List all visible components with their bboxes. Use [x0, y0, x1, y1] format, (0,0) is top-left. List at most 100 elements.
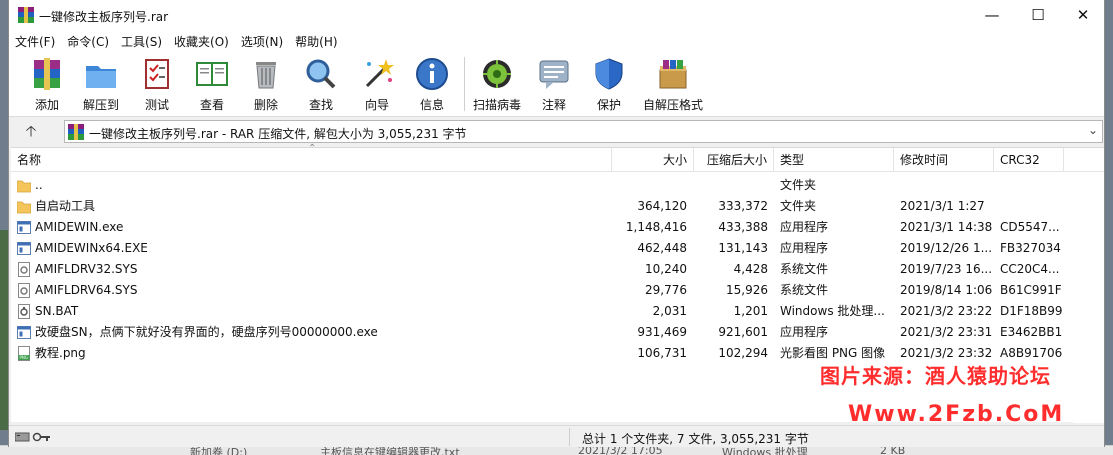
column-type[interactable]: 类型	[774, 148, 894, 172]
toolbar: 添加 解压到 测试 查看 删除 查找 向导 信息 扫描病毒 注释 保护 自解压格…	[9, 51, 1104, 117]
file-size: 106,731	[637, 346, 687, 360]
file-size: 1,148,416	[625, 220, 687, 234]
path-text: 一键修改主板序列号.rar - RAR 压缩文件, 解包大小为 3,055,23…	[89, 127, 467, 141]
info-label: 信息	[419, 98, 444, 112]
folder-icon	[16, 199, 32, 214]
file-row[interactable]: AMIDEWINx64.EXE 462,448 131,143 应用程序 2019/12…	[11, 238, 1073, 259]
delete-icon	[248, 56, 284, 92]
virus-scan-label: 扫描病毒	[472, 98, 521, 112]
file-name: SN.BAT	[35, 304, 79, 318]
wizard-label: 向导	[364, 98, 389, 112]
wizard-icon	[359, 56, 395, 92]
delete-button[interactable]: 删除	[238, 55, 294, 113]
wizard-button[interactable]: 向导	[349, 55, 405, 113]
watermark-url: Www.2Fzb.CoM	[848, 402, 1065, 427]
window-title: 一键修改主板序列号.rar	[39, 10, 169, 24]
info-button[interactable]: 信息	[404, 55, 460, 113]
delete-label: 删除	[253, 98, 278, 112]
file-row[interactable]: .. 文件夹	[11, 175, 1073, 196]
column-modified[interactable]: 修改时间	[894, 148, 994, 172]
file-name: 改硬盘SN，点俩下就好没有界面的，硬盘序列号00000000.exe	[35, 325, 378, 339]
sfx-label: 自解压格式	[642, 98, 703, 112]
protect-button[interactable]: 保护	[581, 55, 637, 113]
file-size: 29,776	[645, 283, 687, 297]
file-modified: 2021/3/1 14:38	[900, 220, 992, 234]
menu-favorites[interactable]: 收藏夹(O)	[168, 31, 235, 51]
system-file-icon	[17, 262, 31, 277]
watermark-source: 图片来源：酒人猿助论坛	[820, 364, 1051, 388]
view-label: 查看	[199, 98, 224, 112]
file-row[interactable]: 改硬盘SN，点俩下就好没有界面的，硬盘序列号00000000.exe 931,46…	[11, 322, 1073, 343]
minimize-button[interactable]: —	[969, 0, 1015, 31]
file-name: ..	[35, 178, 43, 192]
info-icon	[414, 56, 450, 92]
file-crc32: E3462BB1	[1000, 325, 1063, 339]
file-name: AMIDEWIN.exe	[35, 220, 124, 234]
find-button[interactable]: 查找	[293, 55, 349, 113]
file-packed-size: 333,372	[718, 199, 768, 213]
toolbar-separator	[464, 57, 465, 111]
file-packed-size: 921,601	[718, 325, 768, 339]
file-type: 文件夹	[780, 199, 817, 213]
sort-ascending-icon: ⌃	[308, 143, 317, 154]
drive-key-icon	[14, 431, 51, 443]
file-row[interactable]: AMIFLDRV32.SYS 10,240 4,428 系统文件 2019/7/23 1…	[11, 259, 1073, 280]
status-bar: 总计 1 个文件夹, 7 文件, 3,055,231 字节	[9, 425, 1104, 447]
file-packed-size: 1,201	[733, 304, 768, 318]
up-folder-button[interactable]: 🡡	[19, 120, 43, 142]
file-row[interactable]: AMIDEWIN.exe 1,148,416 433,388 应用程序 2021/3/1…	[11, 217, 1073, 238]
column-packed-size[interactable]: 压缩后大小	[694, 148, 774, 172]
view-icon	[194, 56, 230, 92]
view-button[interactable]: 查看	[184, 55, 240, 113]
add-archive-icon	[29, 56, 65, 92]
virus-scan-icon	[479, 56, 515, 92]
menu-tools[interactable]: 工具(S)	[115, 31, 168, 51]
file-row[interactable]: SN.BAT 2,031 1,201 Windows 批处理... 2021/3/2 2…	[11, 301, 1073, 322]
extract-to-label: 解压到	[82, 98, 119, 112]
file-packed-size: 4,428	[733, 262, 768, 276]
maximize-button[interactable]: ☐	[1015, 0, 1061, 31]
file-type: 系统文件	[780, 262, 829, 276]
vertical-scroll-area	[1073, 172, 1104, 423]
test-icon	[139, 56, 175, 92]
menu-help[interactable]: 帮助(H)	[289, 31, 343, 51]
title-bar[interactable]: 一键修改主板序列号.rar — ☐ ✕	[9, 0, 1104, 31]
column-crc32[interactable]: CRC32	[994, 148, 1064, 172]
batch-file-icon	[17, 304, 31, 319]
file-type: 系统文件	[780, 283, 829, 297]
virus-scan-button[interactable]: 扫描病毒	[469, 55, 525, 113]
test-label: 测试	[144, 98, 169, 112]
menu-file[interactable]: 文件(F)	[9, 31, 61, 51]
file-packed-size: 433,388	[718, 220, 768, 234]
file-type: Windows 批处理...	[780, 304, 885, 318]
file-modified: 2021/3/2 23:31	[900, 325, 992, 339]
chevron-down-icon[interactable]: ⌄	[1088, 123, 1098, 137]
column-size[interactable]: 大小	[612, 148, 694, 172]
file-type: 应用程序	[780, 241, 829, 255]
file-modified: 2021/3/2 23:22	[900, 304, 992, 318]
file-modified: 2019/7/23 16...	[900, 262, 992, 276]
protect-icon	[591, 56, 627, 92]
test-button[interactable]: 测试	[129, 55, 185, 113]
comment-button[interactable]: 注释	[526, 55, 582, 113]
file-crc32: B61C991F	[1000, 283, 1062, 297]
file-size: 462,448	[637, 241, 687, 255]
comment-label: 注释	[541, 98, 566, 112]
close-button[interactable]: ✕	[1060, 0, 1106, 31]
sfx-button[interactable]: 自解压格式	[637, 55, 709, 113]
file-name: 自启动工具	[35, 199, 96, 213]
menu-commands[interactable]: 命令(C)	[61, 31, 115, 51]
add-button[interactable]: 添加	[19, 55, 75, 113]
file-name: AMIDEWINx64.EXE	[35, 241, 148, 255]
file-size: 931,469	[637, 325, 687, 339]
file-type: 应用程序	[780, 220, 829, 234]
menu-options[interactable]: 选项(N)	[235, 31, 289, 51]
file-row[interactable]: AMIFLDRV64.SYS 29,776 15,926 系统文件 2019/8/14 …	[11, 280, 1073, 301]
path-combobox[interactable]: 一键修改主板序列号.rar - RAR 压缩文件, 解包大小为 3,055,23…	[64, 120, 1103, 143]
file-crc32: CD5547...	[1000, 220, 1060, 234]
file-row[interactable]: 自启动工具 364,120 333,372 文件夹 2021/3/1 1:27	[11, 196, 1073, 217]
file-size: 364,120	[637, 199, 687, 213]
file-crc32: FB327034	[1000, 241, 1061, 255]
extract-to-button[interactable]: 解压到	[73, 55, 129, 113]
protect-label: 保护	[596, 98, 621, 112]
